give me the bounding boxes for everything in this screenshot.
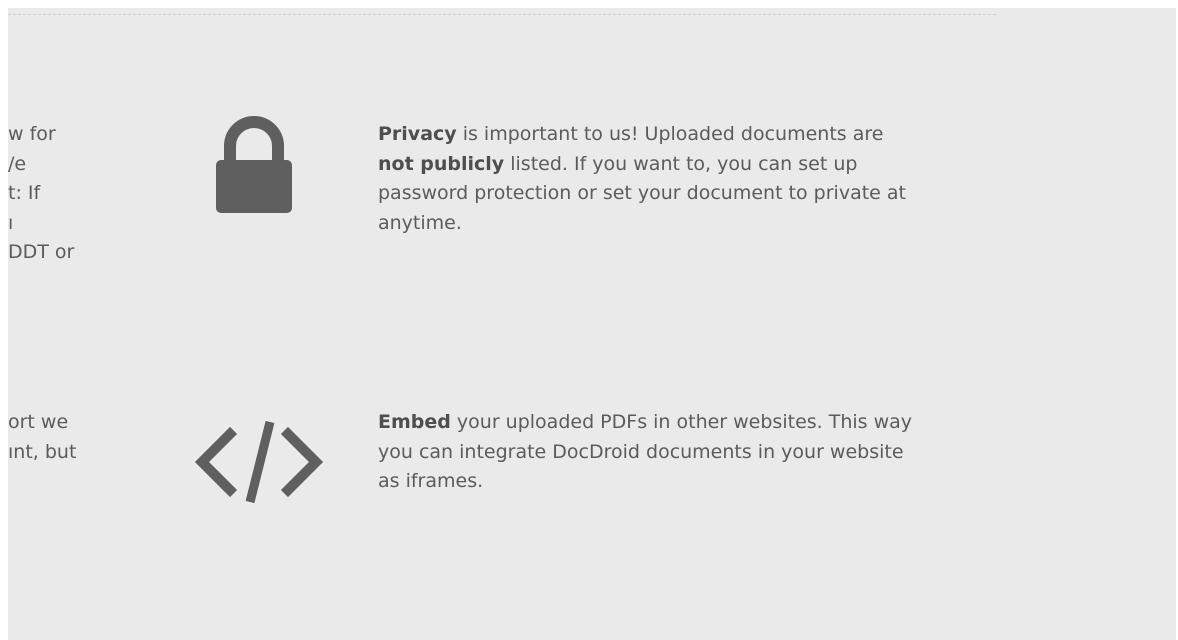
fragment-line: ınt, but <box>8 440 77 463</box>
section-divider <box>8 14 996 15</box>
privacy-emphasis: not publicly <box>378 152 505 175</box>
lock-icon <box>214 116 294 216</box>
left-column-fragment-top: w for /e t: If ı DDT or <box>8 120 74 268</box>
code-icon <box>194 416 324 508</box>
fragment-line: /e <box>8 152 27 175</box>
fragment-line: w for <box>8 123 56 145</box>
fragment-line: t: If <box>8 182 41 204</box>
left-column-fragment-bottom: ort we ınt, but <box>8 408 76 467</box>
embed-description: Embed your uploaded PDFs in other websit… <box>378 408 918 497</box>
privacy-text-part: is important to us! Uploaded documents a… <box>456 123 884 145</box>
privacy-description: Privacy is important to us! Uploaded doc… <box>378 120 918 238</box>
fragment-line: ı <box>8 211 14 234</box>
fragment-line: ort we <box>8 411 69 433</box>
features-section: w for /e t: If ı DDT or ort we ınt, but … <box>8 8 1176 640</box>
embed-lead: Embed <box>378 411 451 433</box>
fragment-line: DDT or <box>8 241 75 263</box>
privacy-lead: Privacy <box>378 123 457 145</box>
embed-text-part: your uploaded PDFs in other websites. Th… <box>378 411 913 492</box>
